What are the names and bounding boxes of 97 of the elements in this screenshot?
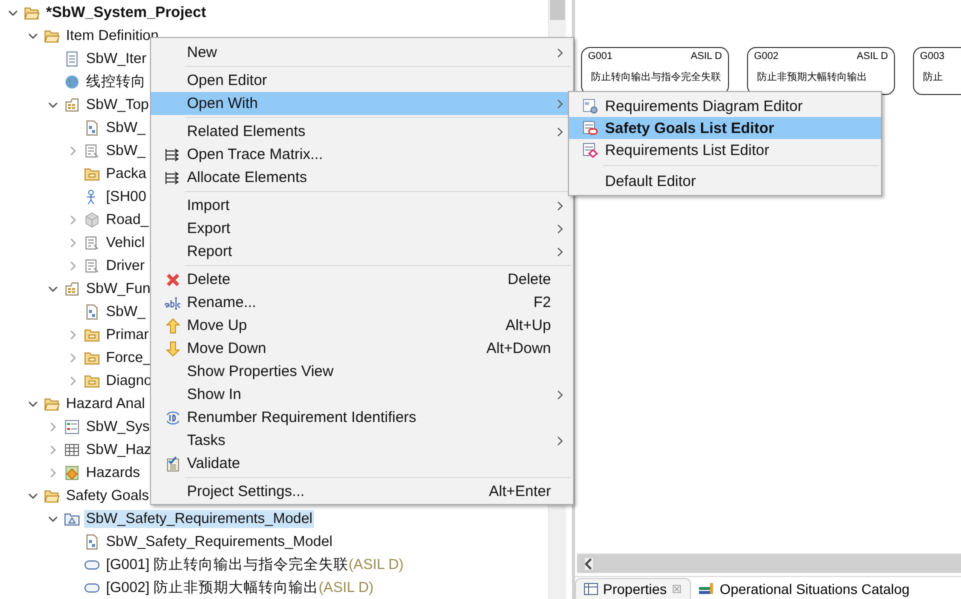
scrollbar[interactable] <box>577 553 961 573</box>
goal-text: 防止 <box>922 70 944 84</box>
folder-icon <box>44 396 60 412</box>
menu-item[interactable]: Export <box>151 217 573 240</box>
arrows-icon <box>165 148 181 162</box>
tree-item[interactable]: [G001] 防止转向输出与指令完全失联(ASIL D) <box>104 554 406 575</box>
menu-item[interactable]: Renumber Requirement Identifiers <box>151 406 573 429</box>
tree-item[interactable]: Packa <box>104 164 148 182</box>
hazard-icon <box>64 464 80 480</box>
goal-id: G003 <box>920 51 944 62</box>
tree-item[interactable]: SbW_Iter <box>84 50 148 68</box>
menu-item[interactable]: Report <box>151 240 573 263</box>
list-icon <box>64 418 80 434</box>
menu-item[interactable]: Validate <box>151 452 573 475</box>
tree-item[interactable]: SbW_ <box>104 302 148 320</box>
model-icon <box>84 212 100 228</box>
menu-item[interactable]: Rename... F2 <box>151 291 573 314</box>
menu-item[interactable]: Requirements List Editor <box>569 139 881 161</box>
menu-item[interactable]: Project Settings... Alt+Enter <box>151 480 573 503</box>
tree-item[interactable]: [SH00 <box>104 188 148 206</box>
goal-id: G002 <box>754 51 778 62</box>
folder-icon <box>44 28 60 44</box>
spec-icon <box>84 142 100 158</box>
tree-item[interactable]: *SbW_System_Project <box>44 3 208 22</box>
package-icon <box>64 280 80 296</box>
folder-closed-icon <box>84 166 100 182</box>
asil-label: ASIL D <box>856 51 888 62</box>
tree-item[interactable]: SbW_Fun <box>84 280 152 298</box>
tree-item[interactable]: Primar <box>104 326 151 344</box>
package-icon <box>64 96 80 112</box>
view-tab[interactable]: Operational Situations Catalog <box>690 579 918 599</box>
tree-item[interactable]: Hazards <box>84 464 142 482</box>
scroll-left-icon[interactable] <box>585 558 593 570</box>
tree-item[interactable]: Safety Goals <box>64 486 152 504</box>
tree-item[interactable]: [G002] 防止非预期大幅转向输出(ASIL D) <box>104 577 376 598</box>
menu-item[interactable]: Tasks <box>151 429 573 452</box>
rename-icon <box>164 296 182 310</box>
folder-closed-icon <box>84 350 100 366</box>
tree-item[interactable]: Vehicl <box>104 234 147 252</box>
reqmodel-icon <box>64 510 80 526</box>
menu-item[interactable]: Import <box>151 194 573 217</box>
globe-icon <box>64 74 80 90</box>
folder-closed-icon <box>84 372 100 388</box>
tree-item[interactable]: SbW_ <box>104 142 148 160</box>
table-icon <box>584 583 598 595</box>
spec-icon <box>84 234 100 250</box>
menu-item[interactable]: Safety Goals List Editor <box>569 117 881 139</box>
menu-item[interactable]: Show Properties View <box>151 360 573 383</box>
goal-text: 防止非预期大幅转向输出 <box>756 70 868 84</box>
tree-item[interactable]: SbW_Sys <box>84 418 152 436</box>
chevron-icon[interactable] <box>28 398 38 408</box>
tree-item[interactable]: SbW_Haz <box>84 440 154 458</box>
view-tab[interactable]: Properties ☒ <box>575 578 691 599</box>
tree-item[interactable]: SbW_Safety_Requirements_Model <box>104 532 334 550</box>
chevron-icon[interactable] <box>48 514 58 524</box>
renumber-icon <box>164 410 182 426</box>
folder-closed-icon <box>84 326 100 342</box>
diagram-icon <box>582 98 598 114</box>
folder-icon <box>24 4 40 20</box>
diagram-icon <box>84 304 100 320</box>
tree-item[interactable]: SbW_Safety_Requirements_Model <box>84 510 314 528</box>
tree-item[interactable]: Diagno <box>104 372 154 390</box>
diagram-icon <box>84 534 100 550</box>
menu-item[interactable]: Show In <box>151 383 573 406</box>
chevron-icon[interactable] <box>28 490 38 500</box>
folder-icon <box>44 488 60 504</box>
list-icon <box>582 120 598 136</box>
chevron-icon[interactable] <box>8 8 18 18</box>
menu-item[interactable]: Open Editor <box>151 69 573 92</box>
books-icon <box>698 583 715 595</box>
clipboard-check-icon <box>166 456 180 472</box>
asil-label: ASIL D <box>690 51 722 62</box>
menu-item[interactable]: Delete Delete <box>151 268 573 291</box>
tree-item[interactable]: Hazard Anal <box>64 394 147 412</box>
menu-item[interactable]: Default Editor <box>569 170 881 192</box>
delete-icon <box>166 272 180 286</box>
chevron-icon[interactable] <box>48 100 58 110</box>
tree-item[interactable]: Force_ <box>104 348 154 366</box>
arrows-icon <box>165 170 181 184</box>
doc-icon <box>64 50 80 66</box>
table-icon <box>64 442 80 458</box>
menu-item[interactable]: Move Down Alt+Down <box>151 337 573 360</box>
tree-item[interactable]: Driver <box>104 256 147 274</box>
spec-icon <box>84 258 100 274</box>
menu-item[interactable]: Move Up Alt+Up <box>151 314 573 337</box>
list-icon <box>582 142 598 158</box>
tree-item[interactable]: SbW_Top <box>84 96 151 114</box>
chevron-icon[interactable] <box>28 30 38 40</box>
goal-text: 防止转向输出与指令完全失联 <box>590 70 722 84</box>
diagram-icon <box>84 120 100 136</box>
down-arrow-icon <box>166 340 180 356</box>
tree-item[interactable]: Road_ <box>104 210 151 228</box>
goal-id: G001 <box>588 51 612 62</box>
tree-item[interactable]: 线控转向 <box>84 71 148 92</box>
chevron-icon[interactable] <box>48 284 58 294</box>
up-arrow-icon <box>166 318 180 334</box>
tree-item[interactable]: SbW_ <box>104 118 148 136</box>
